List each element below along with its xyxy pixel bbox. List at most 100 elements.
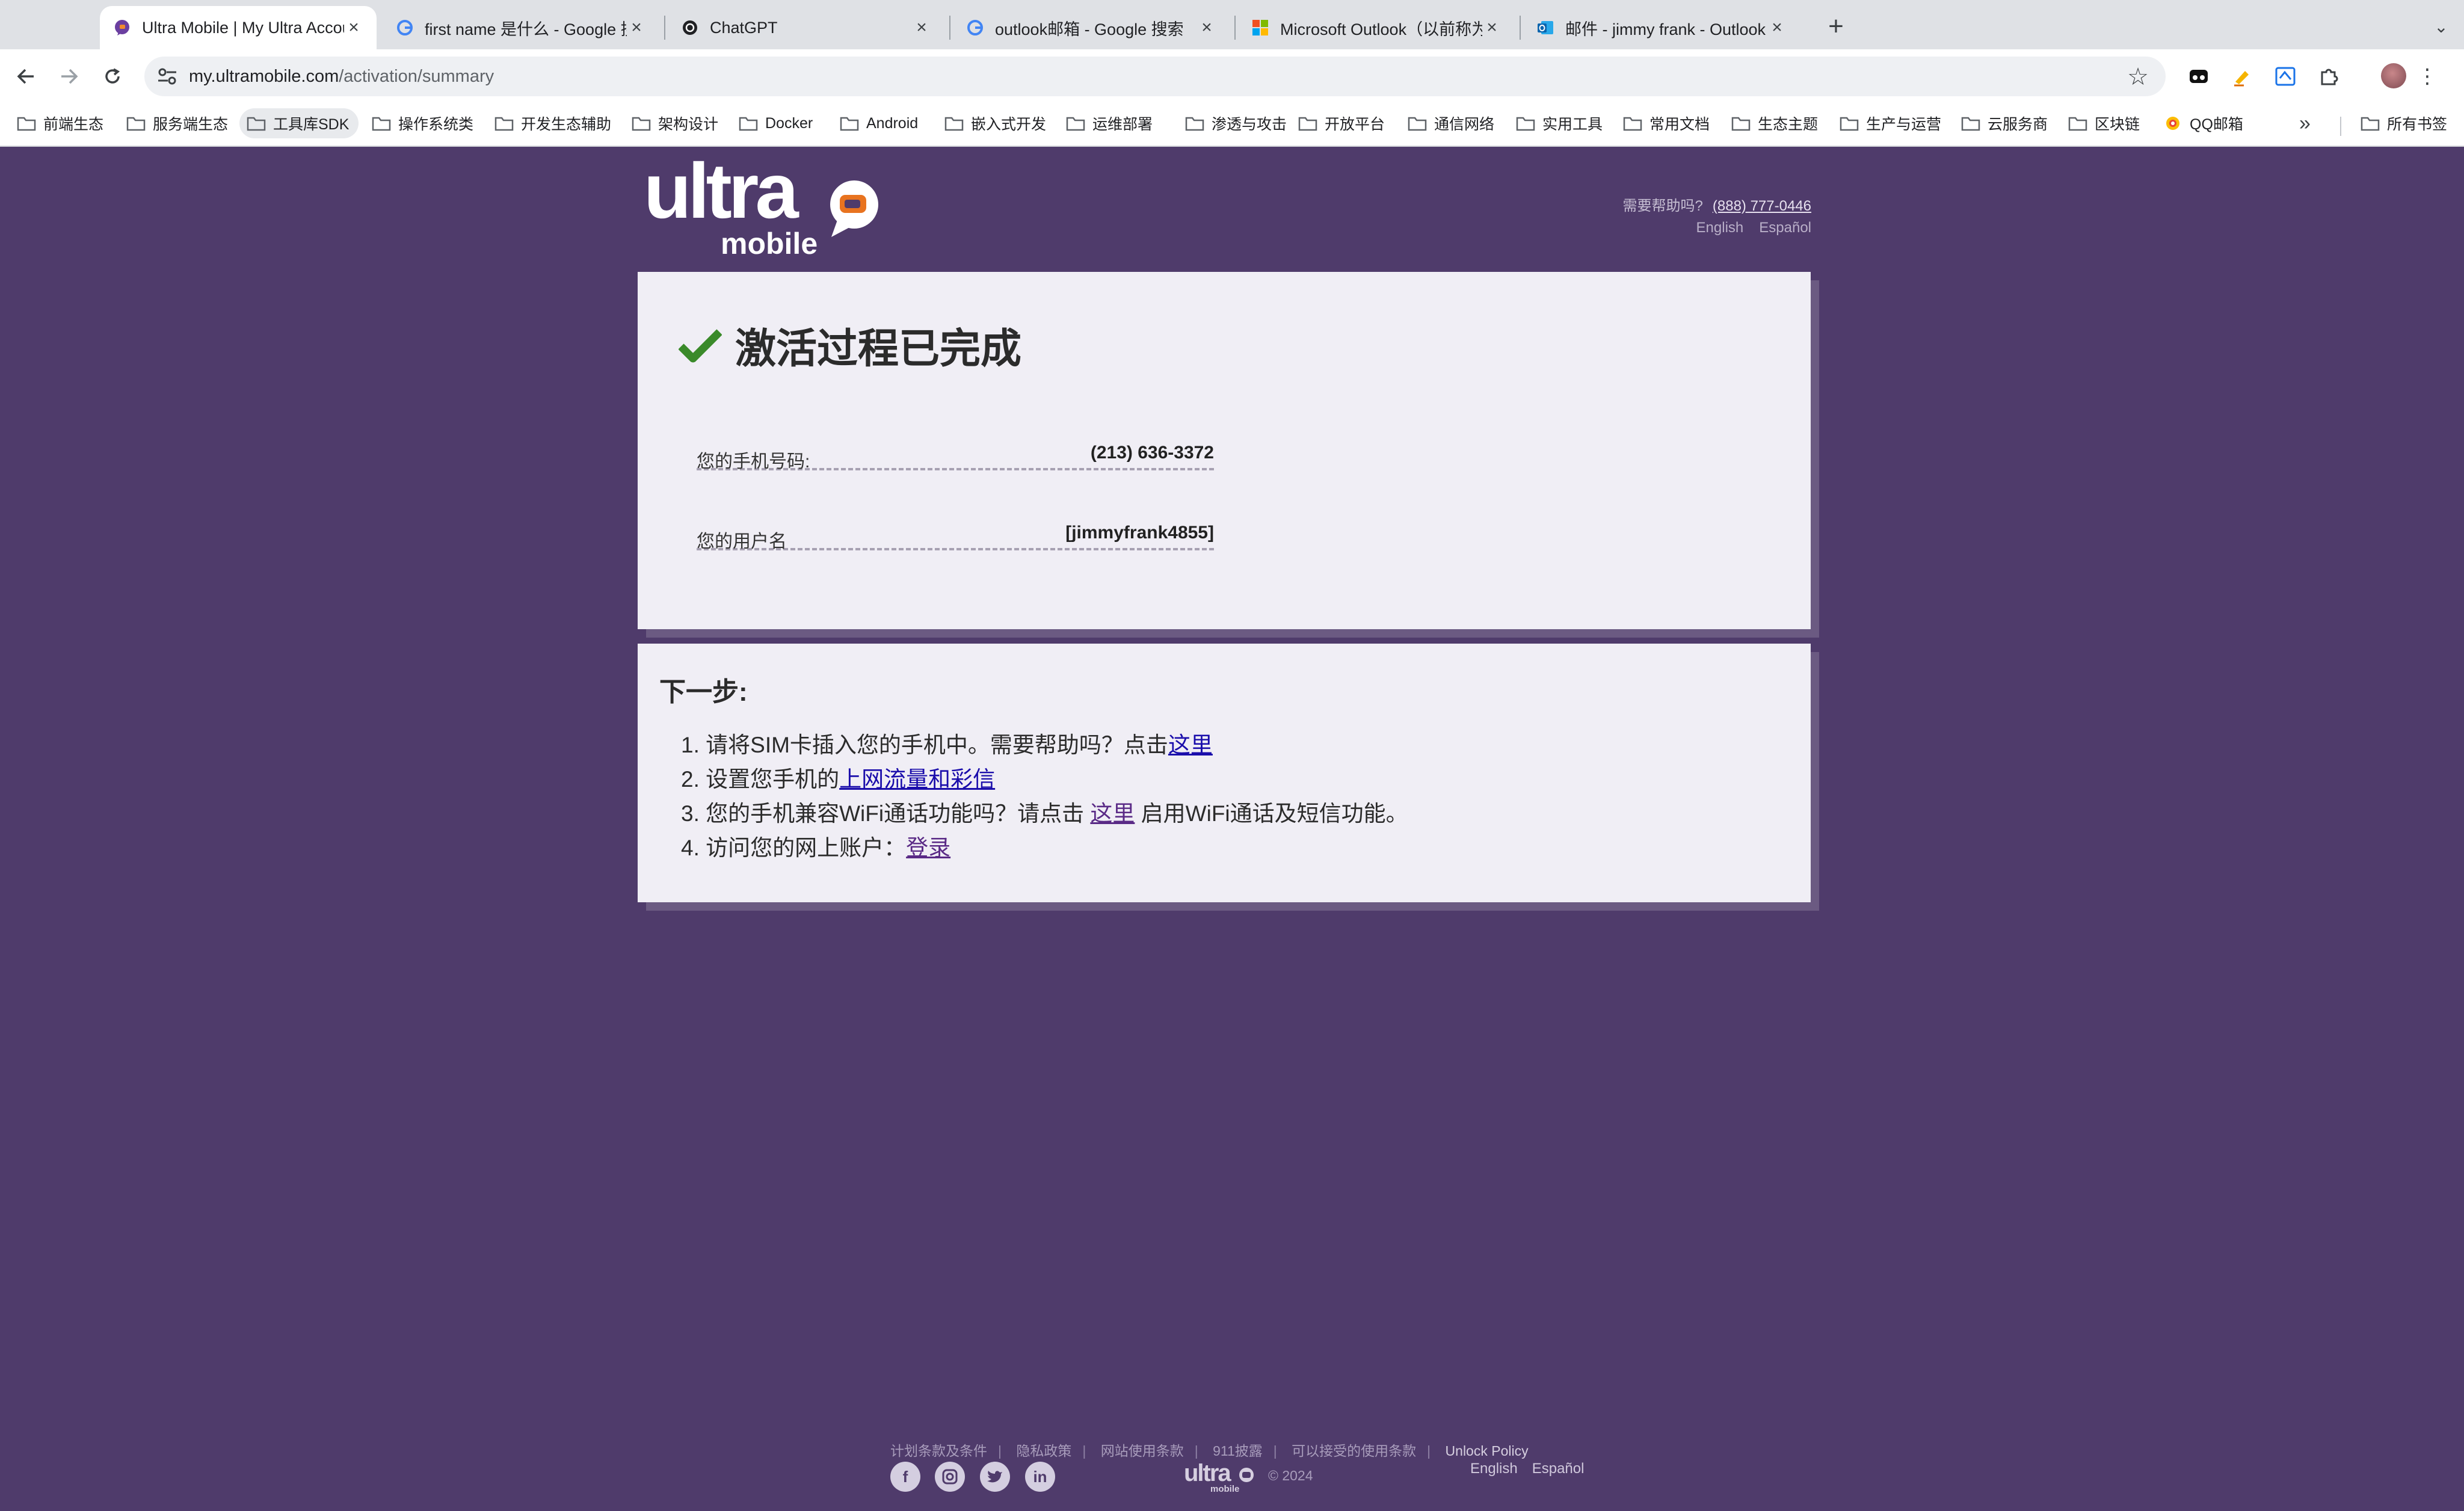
more-menu-icon[interactable]: ⋮	[2412, 61, 2442, 91]
bookmark-folder[interactable]: 嵌入式开发	[944, 108, 1046, 138]
data-mms-setup-link[interactable]: 上网流量和彩信	[839, 767, 995, 792]
sim-help-link[interactable]: 这里	[1168, 733, 1213, 757]
list-item: 1. 请将SIM卡插入您的手机中。需要帮助吗？点击这里	[681, 727, 1408, 761]
bookmark-folder[interactable]: 生产与运营	[1840, 108, 1941, 138]
all-bookmarks[interactable]: 所有书签	[2361, 108, 2447, 138]
logo-subtext: mobile	[721, 227, 818, 260]
bookmark-folder[interactable]: 架构设计	[632, 108, 718, 138]
footer-link-privacy[interactable]: 隐私政策	[1016, 1443, 1071, 1459]
bookmark-qq-mail[interactable]: QQ邮箱	[2163, 108, 2243, 138]
list-item: 2. 设置您手机的上网流量和彩信	[681, 761, 1408, 795]
close-icon[interactable]: ×	[344, 17, 363, 37]
reload-button[interactable]	[96, 60, 129, 93]
list-item: 3. 您的手机兼容WiFi通话功能吗？请点击 这里 启用WiFi通话及短信功能。	[681, 795, 1408, 829]
puzzle-extensions-icon[interactable]	[2314, 61, 2344, 91]
login-link[interactable]: 登录	[906, 836, 950, 860]
bookmark-label: 实用工具	[1542, 116, 1603, 133]
arrow-left-icon	[17, 69, 34, 84]
bookmark-folder[interactable]: Android	[840, 108, 918, 138]
bookmark-folder[interactable]: 前端生态	[17, 108, 103, 138]
folder-icon	[17, 117, 36, 131]
svg-text:mobile: mobile	[1210, 1484, 1239, 1493]
folder-icon	[739, 117, 758, 131]
close-icon[interactable]: ×	[912, 17, 931, 37]
facebook-icon[interactable]: f	[890, 1462, 920, 1492]
bookmark-folder[interactable]: 常用文档	[1623, 108, 1710, 138]
footer-lang-espanol[interactable]: Español	[1532, 1460, 1585, 1477]
translate-extension-icon[interactable]	[2270, 61, 2300, 91]
bookmark-folder[interactable]: 工具库SDK	[239, 108, 359, 138]
bookmark-folder[interactable]: 渗透与攻击	[1185, 108, 1287, 138]
bookmark-folder[interactable]: 通信网络	[1408, 108, 1494, 138]
footer-link-911[interactable]: 911披露	[1213, 1443, 1263, 1459]
google-icon	[966, 19, 984, 37]
tab-google-search-firstname[interactable]: first name 是什么 - Google 搜索 ×	[383, 6, 659, 49]
bookmark-folder[interactable]: Docker	[739, 108, 813, 138]
bookmark-folder[interactable]: 操作系统类	[372, 108, 473, 138]
instagram-icon[interactable]	[935, 1462, 965, 1492]
bookmark-label: 所有书签	[2387, 116, 2448, 133]
bookmark-star-icon[interactable]: ☆	[2127, 63, 2149, 91]
tab-google-search-outlook[interactable]: outlook邮箱 - Google 搜索 ×	[953, 6, 1230, 49]
close-icon[interactable]: ×	[1482, 17, 1502, 37]
help-phone-link[interactable]: (888) 777-0446	[1713, 198, 1811, 214]
bookmark-folder[interactable]: 开发生态辅助	[494, 108, 611, 138]
footer-link-aup[interactable]: 可以接受的使用条款	[1292, 1443, 1416, 1459]
tab-microsoft-outlook[interactable]: Microsoft Outlook（以前称为 Hotmail） ×	[1238, 6, 1515, 49]
close-icon[interactable]: ×	[627, 17, 646, 37]
tab-ultra-mobile[interactable]: Ultra Mobile | My Ultra Account ×	[100, 6, 377, 49]
bookmark-label: 嵌入式开发	[971, 116, 1047, 133]
lang-english-link[interactable]: English	[1696, 220, 1744, 236]
tab-title: 邮件 - jimmy frank - Outlook	[1565, 20, 1766, 38]
folder-icon	[1066, 117, 1085, 131]
site-info-icon[interactable]	[155, 64, 179, 88]
bookmark-folder[interactable]: 云服务商	[1961, 108, 2048, 138]
lang-espanol-link[interactable]: Español	[1759, 220, 1811, 236]
folder-icon	[126, 117, 146, 131]
chatgpt-icon	[681, 19, 699, 37]
footer-lang-english[interactable]: English	[1470, 1460, 1518, 1477]
bookmark-folder[interactable]: 服务端生态	[126, 108, 228, 138]
bookmark-folder[interactable]: 生态主题	[1731, 108, 1818, 138]
extension-icon-1[interactable]	[2184, 61, 2214, 91]
bookmark-folder[interactable]: 区块链	[2068, 108, 2140, 138]
profile-avatar[interactable]	[2381, 63, 2406, 88]
tab-chatgpt[interactable]: ChatGPT ×	[668, 6, 944, 49]
folder-icon	[1840, 117, 1859, 131]
close-icon[interactable]: ×	[1197, 17, 1216, 37]
bookmark-label: 生产与运营	[1866, 116, 1942, 133]
highlighter-extension-icon[interactable]	[2227, 61, 2257, 91]
bookmark-folder[interactable]: 实用工具	[1516, 108, 1603, 138]
bookmark-folder[interactable]: 开放平台	[1298, 108, 1385, 138]
forward-button[interactable]	[53, 60, 85, 93]
tab-strip: Ultra Mobile | My Ultra Account × first …	[0, 0, 2464, 49]
address-bar[interactable]: my.ultramobile.com/activation/summary ☆	[144, 57, 2166, 96]
bookmarks-overflow-icon[interactable]: »	[2299, 112, 2311, 135]
step-text: 启用WiFi通话及短信功能。	[1135, 801, 1408, 826]
page-title: 激活过程已完成	[735, 326, 1022, 372]
url-path: /activation/summary	[339, 67, 494, 86]
bookmarks-bar: 前端生态 服务端生态 工具库SDK 操作系统类 开发生态辅助 架构设计 Dock…	[0, 103, 2464, 147]
footer-link-unlock-policy[interactable]: Unlock Policy	[1446, 1443, 1529, 1459]
tab-outlook-mail[interactable]: 邮件 - jimmy frank - Outlook ×	[1523, 6, 1800, 49]
close-icon[interactable]: ×	[1767, 17, 1787, 37]
back-button[interactable]	[10, 60, 42, 93]
new-tab-button[interactable]: +	[1820, 11, 1852, 42]
bookmark-label: 常用文档	[1649, 116, 1710, 133]
activation-summary-card: 激活过程已完成 您的手机号码: (213) 636-3372 您的用户名 [ji…	[638, 272, 1811, 629]
folder-icon	[1185, 117, 1204, 131]
footer-link-site-terms[interactable]: 网站使用条款	[1101, 1443, 1184, 1459]
folder-icon	[2068, 117, 2087, 131]
ultra-mobile-logo[interactable]: ultra mobile	[644, 147, 884, 260]
bookmark-folder[interactable]: 运维部署	[1066, 108, 1153, 138]
wifi-calling-link[interactable]: 这里	[1090, 801, 1135, 826]
qq-mail-icon	[2166, 117, 2179, 130]
step-text: 4. 访问您的网上账户：	[681, 836, 907, 860]
footer-link-plan-terms[interactable]: 计划条款及条件	[890, 1443, 987, 1459]
tab-title: first name 是什么 - Google 搜索	[425, 20, 627, 38]
twitter-icon[interactable]	[980, 1462, 1010, 1492]
linkedin-icon[interactable]: in	[1025, 1462, 1055, 1492]
folder-icon	[840, 117, 859, 131]
phone-number-label: 您的手机号码:	[697, 452, 810, 472]
tab-search-chevron-icon[interactable]: ⌄	[2427, 12, 2456, 41]
